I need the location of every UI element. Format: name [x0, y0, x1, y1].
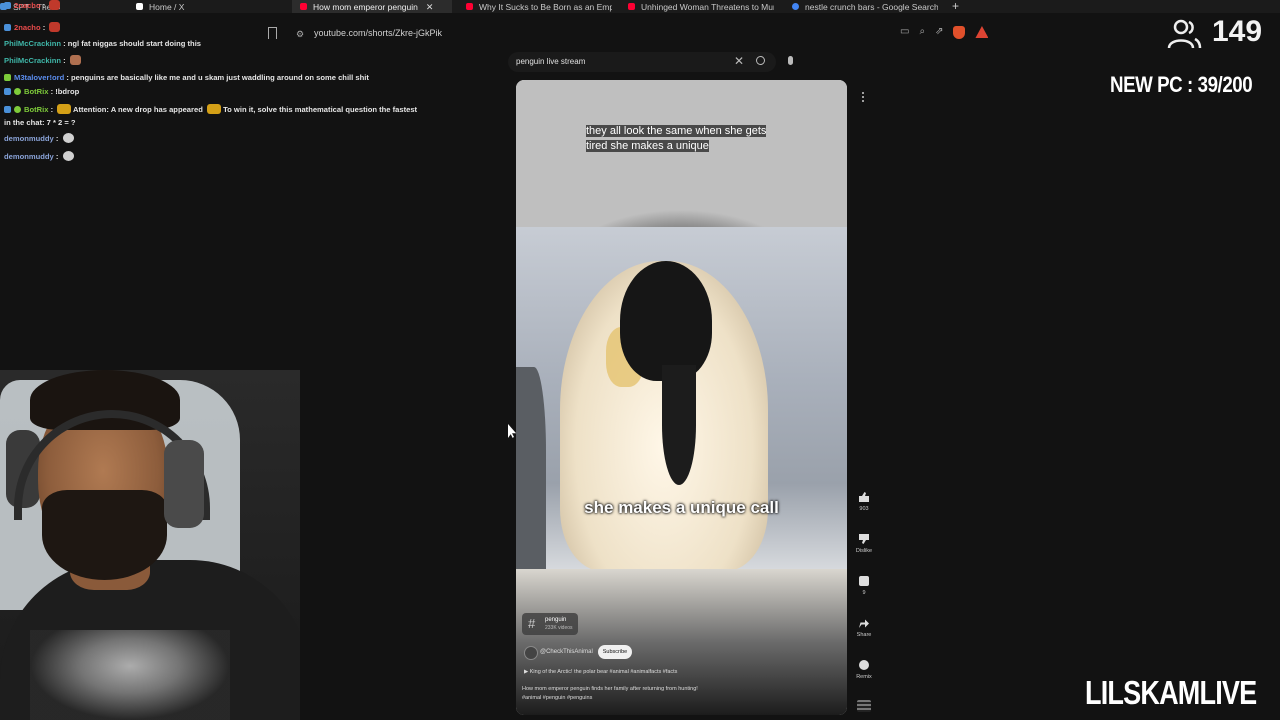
chat-message: 2nacho :	[4, 22, 61, 33]
share-label: Share	[856, 632, 872, 638]
address-bar-actions: ▭ ⌕ ⇗	[900, 26, 989, 39]
brave-shield-icon[interactable]	[953, 26, 966, 39]
chat-message: in the chat: 7 * 2 = ?	[4, 118, 76, 127]
viewer-counter: 149	[1160, 14, 1270, 54]
channel-name[interactable]: @CheckThisAnimal	[540, 649, 593, 655]
video-bottom-frame	[516, 569, 847, 715]
music-line[interactable]: ▶ King of the Arctic! the polar bear #an…	[524, 669, 677, 675]
sound-thumbnail-icon	[857, 700, 871, 712]
search-icon[interactable]	[756, 56, 765, 65]
subscribe-button[interactable]: Subscribe	[598, 645, 632, 659]
hashtag-count: 233K videos	[545, 625, 573, 631]
comments-button[interactable]: 9	[852, 576, 876, 596]
dislike-button[interactable]: Dislike	[852, 534, 876, 554]
viewers-icon	[1167, 19, 1202, 49]
chat-message: demonmuddy :	[4, 151, 74, 162]
more-options-icon[interactable]	[862, 92, 865, 104]
chat-message: 2nacho :	[4, 0, 61, 11]
new-tab-button[interactable]: +	[952, 0, 959, 13]
brave-rewards-icon[interactable]	[975, 26, 989, 38]
chat-message: demonmuddy :	[4, 133, 74, 144]
tab-label: How mom emperor penguin	[313, 1, 418, 12]
zoom-icon[interactable]: ⌕	[919, 26, 925, 39]
emote-icon	[49, 0, 61, 10]
thumbs-down-icon	[859, 534, 869, 544]
streamer-brand: LILSKAMLIVE	[1085, 674, 1257, 711]
streamer-webcam	[0, 370, 300, 720]
hashtag-icon: #	[528, 616, 536, 631]
like-count: 903	[859, 506, 869, 512]
tab-label: Why It Sucks to Be Born as an Emper	[479, 1, 612, 12]
remix-icon	[859, 660, 869, 670]
headphone-right	[164, 440, 204, 528]
caption-top: they all look the same when she gets tir…	[586, 125, 767, 152]
tab-google-search[interactable]: nestle crunch bars - Google Search	[788, 0, 938, 13]
thumbs-up-icon	[859, 492, 869, 502]
chat-message: BotRix : Attention: A new drop has appea…	[4, 104, 417, 115]
caption-subtitle: she makes a unique call	[584, 498, 779, 517]
emote-icon	[62, 151, 74, 161]
penguin-background	[516, 367, 546, 577]
youtube-favicon-icon	[300, 3, 307, 10]
address-bar[interactable]: ⚙ youtube.com/shorts/Zkre-jGkPik ▭ ⌕ ⇗	[262, 24, 1012, 44]
chat-message: BotRix : !bdrop	[4, 87, 79, 97]
remix-label: Remix	[856, 674, 872, 680]
shorts-video-player[interactable]: they all look the same when she gets tir…	[516, 80, 847, 715]
tab-emperor[interactable]: Why It Sucks to Be Born as an Emper	[462, 0, 612, 13]
hashtag-chip[interactable]: # penguin 233K videos	[522, 613, 578, 635]
shirt-graphic	[30, 630, 230, 720]
chat-message: PhilMcCrackinn : ngl fat niggas should s…	[4, 39, 202, 48]
channel-avatar[interactable]	[524, 646, 538, 660]
google-favicon-icon	[792, 3, 799, 10]
tab-label: nestle crunch bars - Google Search	[805, 1, 938, 12]
penguin-beak	[662, 365, 696, 485]
tab-penguin-video[interactable]: How mom emperor penguin ✕	[292, 0, 452, 13]
browser-tab-strip: SPT - The Forest Home / X How mom empero…	[0, 0, 1280, 13]
new-pc-goal: NEW PC : 39/200	[1110, 72, 1253, 97]
youtube-search-bar[interactable]: penguin live stream ✕	[508, 52, 776, 72]
youtube-favicon-icon	[628, 3, 635, 10]
chat-message: PhilMcCrackinn :	[4, 55, 81, 66]
x-logo-icon	[136, 3, 143, 10]
cast-icon[interactable]: ▭	[900, 26, 909, 39]
tab-label: Unhinged Woman Threatens to Mur	[641, 1, 774, 12]
site-settings-icon[interactable]: ⚙	[296, 29, 304, 40]
viewer-count: 149	[1212, 15, 1263, 48]
like-button[interactable]: 903	[852, 492, 876, 512]
dislike-label: Dislike	[855, 548, 873, 554]
tab-unhinged[interactable]: Unhinged Woman Threatens to Mur	[624, 0, 774, 13]
chat-message: M3talover!ord : penguins are basically l…	[4, 73, 369, 83]
tab-label: Home / X	[149, 1, 185, 12]
emote-icon	[62, 133, 74, 143]
close-tab-icon[interactable]: ✕	[426, 1, 434, 13]
video-description[interactable]: How mom emperor penguin finds her family…	[522, 686, 698, 692]
tab-home-x[interactable]: Home / X	[136, 0, 256, 13]
share-icon[interactable]: ⇗	[935, 26, 943, 39]
bookmark-icon[interactable]	[268, 27, 277, 39]
search-input[interactable]: penguin live stream	[516, 57, 585, 66]
clear-search-icon[interactable]: ✕	[734, 54, 744, 68]
sound-thumbnail[interactable]	[852, 700, 876, 712]
remix-button[interactable]: Remix	[852, 660, 876, 680]
comment-count: 9	[862, 590, 866, 596]
video-top-frame	[516, 80, 847, 227]
comment-icon	[859, 576, 869, 586]
hashtag-name: penguin	[545, 617, 567, 623]
url-text[interactable]: youtube.com/shorts/Zkre-jGkPik	[314, 28, 442, 38]
penguin-head	[620, 261, 712, 381]
emote-icon	[69, 55, 81, 65]
youtube-favicon-icon	[466, 3, 473, 10]
video-hashtags[interactable]: #animal #penguin #penguins	[522, 695, 592, 701]
stream-screen: SPT - The Forest Home / X How mom empero…	[0, 0, 1280, 720]
emote-icon	[49, 22, 61, 32]
share-arrow-icon	[859, 619, 869, 628]
microphone-icon[interactable]	[788, 56, 793, 65]
share-button[interactable]: Share	[852, 618, 876, 638]
